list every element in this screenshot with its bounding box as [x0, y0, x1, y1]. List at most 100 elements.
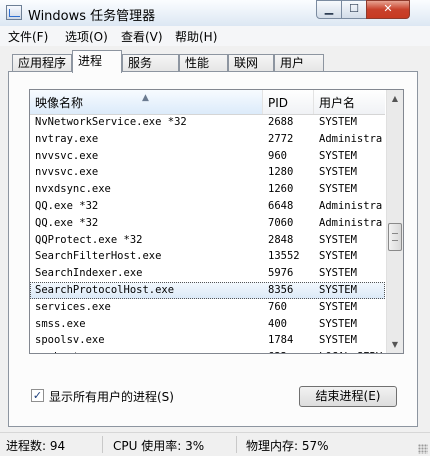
processes-panel: ▲ 映像名称 PID 用户名 NvNetworkService.exe *32 2… [8, 71, 418, 427]
table-row[interactable]: nvxdsync.exe 1260 SYSTEM [30, 181, 385, 198]
list-header: ▲ 映像名称 PID 用户名 [30, 90, 385, 115]
cell-name: spoolsv.exe [35, 334, 105, 347]
tab-processes[interactable]: 进程 [72, 50, 122, 73]
tab-services[interactable]: 服务 [122, 54, 179, 72]
cell-pid: 5976 [268, 267, 294, 280]
table-row[interactable]: services.exe 760 SYSTEM [30, 299, 385, 316]
minimize-button[interactable]: ▁ [316, 0, 342, 19]
cell-pid: 6648 [268, 199, 294, 212]
scroll-up-icon: ▲ [391, 94, 399, 103]
cell-user: SYSTEM [319, 183, 357, 196]
status-memory: 物理内存: 57% [246, 439, 329, 453]
cell-name: QQ.exe *32 [35, 199, 99, 212]
resize-grip-icon[interactable] [418, 444, 428, 454]
end-process-button[interactable]: 结束进程(E) [299, 386, 397, 407]
tab-networking[interactable]: 联网 [228, 54, 274, 72]
table-row[interactable]: QQ.exe *32 7060 Administra [30, 215, 385, 232]
cell-user: SYSTEM [319, 166, 357, 179]
cell-pid: 960 [268, 149, 287, 162]
scroll-up-button[interactable]: ▲ [387, 90, 403, 107]
cell-user: SYSTEM [319, 267, 357, 280]
process-list[interactable]: ▲ 映像名称 PID 用户名 NvNetworkService.exe *32 2… [29, 89, 404, 354]
cell-user: SYSTEM [319, 233, 357, 246]
tab-applications[interactable]: 应用程序 [12, 54, 72, 72]
maximize-icon: ☐ [349, 2, 359, 15]
maximize-button[interactable]: ☐ [341, 0, 367, 19]
table-row[interactable]: SearchIndexer.exe 5976 SYSTEM [30, 265, 385, 282]
status-cpu-usage: CPU 使用率: 3% [113, 439, 205, 453]
vertical-scrollbar[interactable]: ▲ ▼ [386, 90, 403, 353]
table-row[interactable]: smss.exe 400 SYSTEM [30, 316, 385, 333]
cell-pid: 632 [268, 349, 314, 353]
cell-name: services.exe [35, 300, 111, 313]
table-row[interactable]: NvNetworkService.exe *32 2688 SYSTEM [30, 114, 385, 131]
checkmark-icon: ✓ [32, 389, 43, 402]
menu-help[interactable]: 帮助(H) [175, 28, 217, 45]
cell-pid: 1280 [268, 166, 294, 179]
table-row[interactable]: SearchProtocolHost.exe 8356 SYSTEM [30, 281, 385, 299]
cell-name: SearchFilterHost.exe [35, 250, 162, 263]
cell-pid: 1784 [268, 334, 294, 347]
cell-pid: 760 [268, 300, 287, 313]
show-all-users-checkbox[interactable]: ✓ [31, 389, 44, 402]
tab-performance[interactable]: 性能 [179, 54, 228, 72]
status-divider [102, 436, 103, 453]
close-button[interactable]: ✕ [366, 0, 410, 19]
menu-bar: 文件(F) 选项(O) 查看(V) 帮助(H) [0, 26, 430, 46]
cell-pid: 8356 [268, 283, 294, 296]
cell-user: SYSTEM [319, 317, 357, 330]
table-row[interactable]: SearchFilterHost.exe 13552 SYSTEM [30, 248, 385, 265]
scroll-thumb[interactable] [388, 223, 402, 251]
column-user-name-label: 用户名 [319, 96, 356, 110]
menu-file[interactable]: 文件(F) [8, 28, 48, 45]
status-process-count: 进程数: 94 [6, 439, 66, 453]
cell-name: SearchIndexer.exe [35, 267, 143, 280]
table-row[interactable]: QQ.exe *32 6648 Administra [30, 198, 385, 215]
menu-view[interactable]: 查看(V) [121, 28, 163, 45]
tab-users[interactable]: 用户 [274, 54, 324, 72]
close-icon: ✕ [383, 2, 393, 15]
task-manager-icon [6, 5, 22, 20]
cell-user: Administra [319, 199, 383, 212]
column-pid[interactable]: PID [263, 90, 314, 114]
table-row[interactable]: spoolsv.exe 1784 SYSTEM [30, 332, 385, 349]
cell-user: SYSTEM [319, 283, 357, 296]
table-row[interactable]: nvvsvc.exe 960 SYSTEM [30, 148, 385, 165]
process-rows: NvNetworkService.exe *32 2688 SYSTEM nvtray… [30, 114, 385, 353]
table-row[interactable]: nvtray.exe 2772 Administra [30, 131, 385, 148]
column-pid-label: PID [268, 96, 289, 110]
cell-user: Administra [319, 216, 383, 229]
minimize-icon: ▁ [324, 2, 334, 15]
menu-options[interactable]: 选项(O) [65, 28, 108, 45]
cell-pid: 2848 [268, 233, 294, 246]
cell-name: nvvsvc.exe [35, 166, 99, 179]
cell-name: SearchProtocolHost.exe [35, 283, 175, 296]
status-divider [236, 436, 237, 453]
sort-ascending-icon: ▲ [142, 93, 149, 103]
cell-user: Administra [319, 132, 383, 145]
column-image-name[interactable]: ▲ 映像名称 [30, 90, 263, 114]
cell-name: QQ.exe *32 [35, 216, 99, 229]
scroll-down-icon: ▼ [391, 340, 399, 349]
window-title: Windows 任务管理器 [28, 9, 156, 24]
cell-pid: 13552 [268, 250, 300, 263]
tab-strip: 应用程序 进程 服务 性能 联网 用户 [0, 50, 430, 73]
title-bar[interactable]: Windows 任务管理器 ▁ ☐ ✕ [0, 0, 430, 27]
status-bar: 进程数: 94 CPU 使用率: 3% 物理内存: 57% [0, 432, 430, 456]
scroll-down-button[interactable]: ▼ [387, 336, 403, 353]
cell-name: NvNetworkService.exe *32 [35, 116, 187, 128]
table-row[interactable]: svchost.exe 632 LOCAL SERV [30, 349, 385, 353]
column-user-name[interactable]: 用户名 [314, 90, 385, 114]
cell-name: nvtray.exe [35, 132, 99, 145]
cell-user: SYSTEM [319, 300, 357, 313]
column-image-name-label: 映像名称 [35, 96, 84, 110]
table-row[interactable]: nvvsvc.exe 1280 SYSTEM [30, 164, 385, 181]
cell-name: svchost.exe [35, 349, 263, 353]
table-row[interactable]: QQProtect.exe *32 2848 SYSTEM [30, 232, 385, 249]
show-all-users-label: 显示所有用户的进程(S) [49, 390, 174, 404]
cell-user: SYSTEM [319, 149, 357, 162]
cell-name: nvvsvc.exe [35, 149, 99, 162]
cell-pid: 7060 [268, 216, 294, 229]
cell-pid: 400 [268, 317, 287, 330]
cell-pid: 1260 [268, 183, 294, 196]
